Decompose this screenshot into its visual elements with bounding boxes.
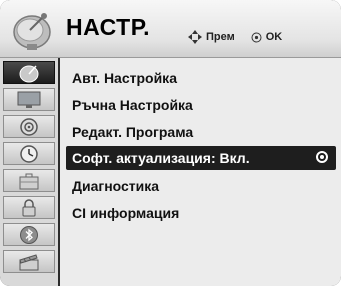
briefcase-icon — [19, 173, 39, 189]
menu-item-label: Софт. актуализация: Вкл. — [72, 150, 250, 166]
settings-menu: Авт. Настройка Ръчна Настройка Редакт. П… — [60, 58, 341, 286]
lock-icon — [22, 198, 36, 216]
sidebar-item-setup[interactable] — [3, 61, 55, 84]
ok-button-icon — [251, 32, 262, 42]
menu-item-auto-tuning[interactable]: Авт. Настройка — [66, 66, 336, 90]
tv-screen-icon — [17, 91, 41, 108]
menu-item-label: Редакт. Програма — [72, 124, 194, 140]
sidebar-item-bluetooth[interactable] — [3, 223, 55, 246]
sidebar-item-option[interactable] — [3, 169, 55, 192]
menu-item-label: Ръчна Настройка — [72, 97, 193, 113]
sidebar-item-picture[interactable] — [3, 88, 55, 111]
sidebar-item-time[interactable] — [3, 142, 55, 165]
menu-item-program-edit[interactable]: Редакт. Програма — [66, 120, 336, 144]
navigation-hint: Прем OK — [188, 30, 282, 44]
clock-icon — [20, 144, 38, 163]
menu-item-ci-information[interactable]: CI информация — [66, 201, 336, 225]
satellite-icon — [19, 65, 39, 82]
ok-label: OK — [265, 31, 283, 43]
satellite-dish-icon — [13, 13, 51, 50]
dpad-arrows-icon — [188, 30, 202, 44]
category-sidebar — [0, 58, 58, 286]
menu-item-label: CI информация — [72, 205, 180, 221]
speaker-icon — [20, 117, 38, 136]
move-label: Прем — [206, 31, 235, 43]
sidebar-item-audio[interactable] — [3, 115, 55, 138]
page-title: НАСТР. — [66, 14, 151, 40]
menu-item-manual-tuning[interactable]: Ръчна Настройка — [66, 93, 336, 117]
header: НАСТР. Прем OK — [0, 0, 341, 58]
sidebar-item-media[interactable] — [3, 250, 55, 273]
film-clapper-icon — [19, 253, 39, 270]
settings-window: НАСТР. Прем OK Авт. Настройка Ръчна Наст… — [0, 0, 341, 286]
bluetooth-icon — [20, 225, 38, 244]
menu-item-software-update[interactable]: Софт. актуализация: Вкл. — [66, 146, 336, 170]
menu-item-label: Диагностика — [72, 178, 160, 194]
menu-item-label: Авт. Настройка — [72, 70, 177, 86]
sidebar-item-lock[interactable] — [3, 196, 55, 219]
selected-radio-icon — [316, 151, 328, 163]
menu-item-diagnostics[interactable]: Диагностика — [66, 174, 336, 198]
